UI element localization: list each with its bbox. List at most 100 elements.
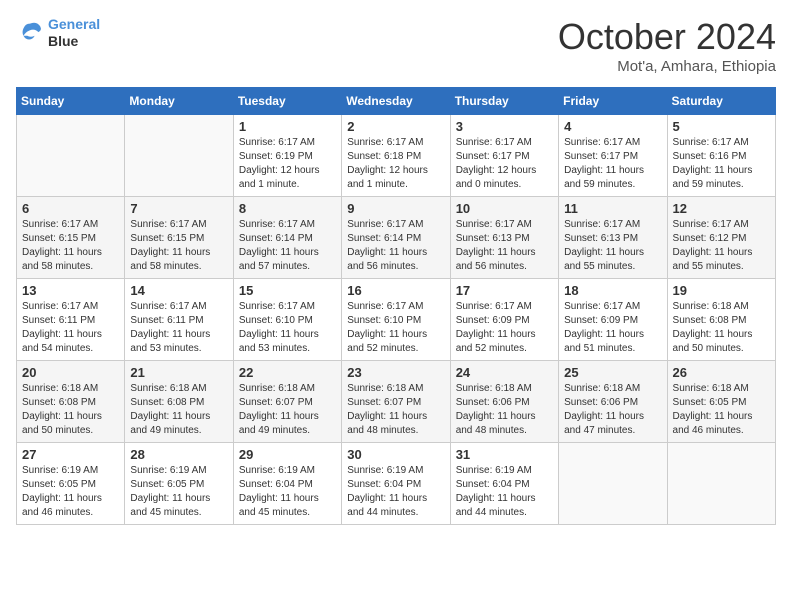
day-number: 12 bbox=[673, 201, 770, 216]
day-number: 25 bbox=[564, 365, 661, 380]
calendar-body: 1 Sunrise: 6:17 AM Sunset: 6:19 PM Daylig… bbox=[17, 115, 776, 525]
calendar-cell: 22 Sunrise: 6:18 AM Sunset: 6:07 PM Dayli… bbox=[233, 361, 341, 443]
day-info: Sunrise: 6:17 AM Sunset: 6:09 PM Dayligh… bbox=[456, 300, 553, 356]
month-title: October 2024 bbox=[558, 16, 776, 58]
calendar-cell: 26 Sunrise: 6:18 AM Sunset: 6:05 PM Dayli… bbox=[667, 361, 775, 443]
day-number: 29 bbox=[239, 447, 336, 462]
calendar-cell: 16Sunrise: 6:17 AM Sunset: 6:10 PM Dayli… bbox=[342, 279, 450, 361]
day-info: Sunrise: 6:17 AM Sunset: 6:14 PM Dayligh… bbox=[347, 218, 444, 274]
day-number: 28 bbox=[130, 447, 227, 462]
day-info: Sunrise: 6:19 AM Sunset: 6:04 PM Dayligh… bbox=[347, 464, 444, 520]
calendar-cell: 21Sunrise: 6:18 AM Sunset: 6:08 PM Dayli… bbox=[125, 361, 233, 443]
calendar-cell: 2 Sunrise: 6:17 AM Sunset: 6:18 PM Daylig… bbox=[342, 115, 450, 197]
weekday-header: Wednesday bbox=[342, 88, 450, 115]
calendar-cell: 27Sunrise: 6:19 AM Sunset: 6:05 PM Dayli… bbox=[17, 443, 125, 525]
calendar-cell: 19 Sunrise: 6:18 AM Sunset: 6:08 PM Dayli… bbox=[667, 279, 775, 361]
header-row: SundayMondayTuesdayWednesdayThursdayFrid… bbox=[17, 88, 776, 115]
day-info: Sunrise: 6:18 AM Sunset: 6:08 PM Dayligh… bbox=[22, 382, 119, 438]
day-info: Sunrise: 6:17 AM Sunset: 6:17 PM Dayligh… bbox=[564, 136, 661, 192]
calendar-week-row: 13Sunrise: 6:17 AM Sunset: 6:11 PM Dayli… bbox=[17, 279, 776, 361]
day-info: Sunrise: 6:17 AM Sunset: 6:09 PM Dayligh… bbox=[564, 300, 661, 356]
day-info: Sunrise: 6:17 AM Sunset: 6:18 PM Dayligh… bbox=[347, 136, 444, 192]
day-info: Sunrise: 6:19 AM Sunset: 6:04 PM Dayligh… bbox=[456, 464, 553, 520]
page-header: General Blue October 2024 Mot'a, Amhara,… bbox=[16, 16, 776, 75]
day-info: Sunrise: 6:18 AM Sunset: 6:08 PM Dayligh… bbox=[673, 300, 770, 356]
day-info: Sunrise: 6:17 AM Sunset: 6:11 PM Dayligh… bbox=[130, 300, 227, 356]
day-number: 17 bbox=[456, 283, 553, 298]
calendar-cell: 3 Sunrise: 6:17 AM Sunset: 6:17 PM Daylig… bbox=[450, 115, 558, 197]
calendar-table: SundayMondayTuesdayWednesdayThursdayFrid… bbox=[16, 87, 776, 525]
day-number: 2 bbox=[347, 119, 444, 134]
calendar-cell: 30 Sunrise: 6:19 AM Sunset: 6:04 PM Dayli… bbox=[342, 443, 450, 525]
day-info: Sunrise: 6:17 AM Sunset: 6:12 PM Dayligh… bbox=[673, 218, 770, 274]
calendar-cell: 12 Sunrise: 6:17 AM Sunset: 6:12 PM Dayli… bbox=[667, 197, 775, 279]
day-info: Sunrise: 6:17 AM Sunset: 6:11 PM Dayligh… bbox=[22, 300, 119, 356]
calendar-cell: 15 Sunrise: 6:17 AM Sunset: 6:10 PM Dayli… bbox=[233, 279, 341, 361]
calendar-cell: 23 Sunrise: 6:18 AM Sunset: 6:07 PM Dayli… bbox=[342, 361, 450, 443]
day-number: 15 bbox=[239, 283, 336, 298]
day-number: 23 bbox=[347, 365, 444, 380]
day-number: 10 bbox=[456, 201, 553, 216]
day-number: 26 bbox=[673, 365, 770, 380]
day-info: Sunrise: 6:18 AM Sunset: 6:05 PM Dayligh… bbox=[673, 382, 770, 438]
day-number: 11 bbox=[564, 201, 661, 216]
weekday-header: Thursday bbox=[450, 88, 558, 115]
calendar-week-row: 27Sunrise: 6:19 AM Sunset: 6:05 PM Dayli… bbox=[17, 443, 776, 525]
calendar-cell: 29 Sunrise: 6:19 AM Sunset: 6:04 PM Dayli… bbox=[233, 443, 341, 525]
day-number: 1 bbox=[239, 119, 336, 134]
day-info: Sunrise: 6:18 AM Sunset: 6:06 PM Dayligh… bbox=[456, 382, 553, 438]
weekday-header: Monday bbox=[125, 88, 233, 115]
calendar-cell: 6 Sunrise: 6:17 AM Sunset: 6:15 PM Daylig… bbox=[17, 197, 125, 279]
day-info: Sunrise: 6:17 AM Sunset: 6:10 PM Dayligh… bbox=[239, 300, 336, 356]
day-info: Sunrise: 6:19 AM Sunset: 6:05 PM Dayligh… bbox=[130, 464, 227, 520]
calendar-cell bbox=[125, 115, 233, 197]
location: Mot'a, Amhara, Ethiopia bbox=[558, 58, 776, 75]
day-info: Sunrise: 6:19 AM Sunset: 6:04 PM Dayligh… bbox=[239, 464, 336, 520]
day-number: 30 bbox=[347, 447, 444, 462]
day-info: Sunrise: 6:17 AM Sunset: 6:15 PM Dayligh… bbox=[22, 218, 119, 274]
calendar-cell: 25Sunrise: 6:18 AM Sunset: 6:06 PM Dayli… bbox=[559, 361, 667, 443]
day-info: Sunrise: 6:18 AM Sunset: 6:07 PM Dayligh… bbox=[347, 382, 444, 438]
logo-blue: Blue bbox=[48, 33, 78, 49]
title-block: October 2024 Mot'a, Amhara, Ethiopia bbox=[558, 16, 776, 75]
day-number: 4 bbox=[564, 119, 661, 134]
day-info: Sunrise: 6:17 AM Sunset: 6:17 PM Dayligh… bbox=[456, 136, 553, 192]
day-number: 9 bbox=[347, 201, 444, 216]
day-info: Sunrise: 6:17 AM Sunset: 6:10 PM Dayligh… bbox=[347, 300, 444, 356]
day-number: 18 bbox=[564, 283, 661, 298]
calendar-cell: 10Sunrise: 6:17 AM Sunset: 6:13 PM Dayli… bbox=[450, 197, 558, 279]
calendar-cell bbox=[667, 443, 775, 525]
logo: General Blue bbox=[16, 16, 100, 50]
day-info: Sunrise: 6:17 AM Sunset: 6:13 PM Dayligh… bbox=[564, 218, 661, 274]
calendar-cell: 17 Sunrise: 6:17 AM Sunset: 6:09 PM Dayli… bbox=[450, 279, 558, 361]
day-info: Sunrise: 6:19 AM Sunset: 6:05 PM Dayligh… bbox=[22, 464, 119, 520]
day-info: Sunrise: 6:17 AM Sunset: 6:19 PM Dayligh… bbox=[239, 136, 336, 192]
day-number: 6 bbox=[22, 201, 119, 216]
calendar-cell: 1 Sunrise: 6:17 AM Sunset: 6:19 PM Daylig… bbox=[233, 115, 341, 197]
day-info: Sunrise: 6:17 AM Sunset: 6:14 PM Dayligh… bbox=[239, 218, 336, 274]
day-number: 5 bbox=[673, 119, 770, 134]
calendar-cell bbox=[17, 115, 125, 197]
calendar-cell bbox=[559, 443, 667, 525]
calendar-cell: 14Sunrise: 6:17 AM Sunset: 6:11 PM Dayli… bbox=[125, 279, 233, 361]
day-number: 22 bbox=[239, 365, 336, 380]
calendar-cell: 4 Sunrise: 6:17 AM Sunset: 6:17 PM Daylig… bbox=[559, 115, 667, 197]
day-info: Sunrise: 6:17 AM Sunset: 6:16 PM Dayligh… bbox=[673, 136, 770, 192]
calendar-week-row: 20 Sunrise: 6:18 AM Sunset: 6:08 PM Dayli… bbox=[17, 361, 776, 443]
weekday-header: Saturday bbox=[667, 88, 775, 115]
day-number: 20 bbox=[22, 365, 119, 380]
day-number: 3 bbox=[456, 119, 553, 134]
calendar-cell: 31Sunrise: 6:19 AM Sunset: 6:04 PM Dayli… bbox=[450, 443, 558, 525]
calendar-cell: 11 Sunrise: 6:17 AM Sunset: 6:13 PM Dayli… bbox=[559, 197, 667, 279]
calendar-cell: 8Sunrise: 6:17 AM Sunset: 6:14 PM Daylig… bbox=[233, 197, 341, 279]
calendar-week-row: 6 Sunrise: 6:17 AM Sunset: 6:15 PM Daylig… bbox=[17, 197, 776, 279]
day-number: 19 bbox=[673, 283, 770, 298]
calendar-week-row: 1 Sunrise: 6:17 AM Sunset: 6:19 PM Daylig… bbox=[17, 115, 776, 197]
day-info: Sunrise: 6:18 AM Sunset: 6:07 PM Dayligh… bbox=[239, 382, 336, 438]
calendar-cell: 9 Sunrise: 6:17 AM Sunset: 6:14 PM Daylig… bbox=[342, 197, 450, 279]
day-number: 7 bbox=[130, 201, 227, 216]
day-info: Sunrise: 6:17 AM Sunset: 6:15 PM Dayligh… bbox=[130, 218, 227, 274]
calendar-cell: 18 Sunrise: 6:17 AM Sunset: 6:09 PM Dayli… bbox=[559, 279, 667, 361]
weekday-header: Tuesday bbox=[233, 88, 341, 115]
day-info: Sunrise: 6:18 AM Sunset: 6:08 PM Dayligh… bbox=[130, 382, 227, 438]
